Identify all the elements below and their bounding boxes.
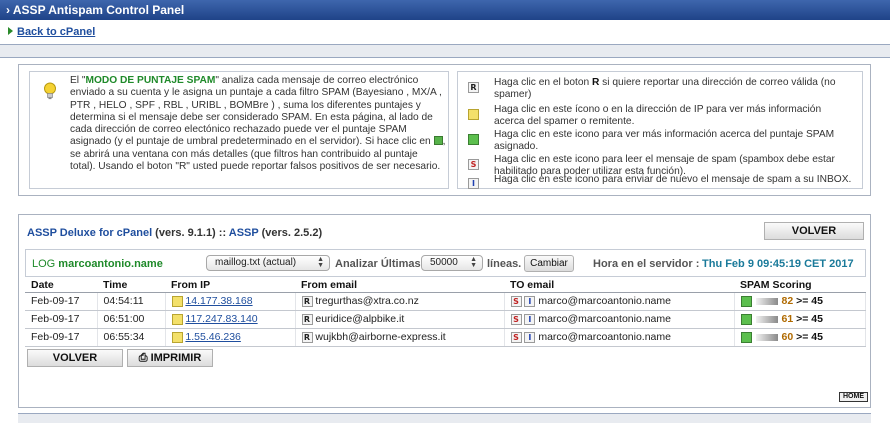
to-email: marco@marcoantonio.name [538,331,671,343]
lines-label: líneas. [487,258,522,270]
lightbulb-icon [44,82,56,100]
from-email: tregurthas@xtra.co.nz [315,295,419,307]
back-to-cpanel-link[interactable]: Back to cPanel [17,26,95,38]
to-email: marco@marcoantonio.name [538,295,671,307]
app-title: ASSP Antispam Control Panel [12,3,185,17]
score-details-icon [468,133,479,145]
ip-link[interactable]: 117.247.83.140 [185,313,257,325]
score-details-icon[interactable] [740,295,752,307]
score-threshold: >= 45 [796,313,823,325]
score-details-icon[interactable] [740,313,752,325]
imprimir-label: IMPRIMIR [150,352,202,364]
score-bar [755,315,778,323]
ip-info-icon[interactable] [171,313,183,325]
lines-select[interactable]: 50000 ▲ ▼ [421,255,483,271]
from-email: wujkbh@airborne-express.it [315,331,446,343]
col-from-email: From email [295,278,504,293]
report-icon[interactable]: R [301,331,313,343]
inbox-icon[interactable]: I [524,295,536,307]
app-titlebar: › ASSP Antispam Control Panel [0,0,890,20]
report-icon[interactable]: R [301,295,313,307]
ip-info-icon[interactable] [171,295,183,307]
log-label: LOG [32,258,56,270]
table-row: Feb-09-17 06:51:00 117.247.83.140 R euri… [25,310,866,329]
spam-score-mode-label: MODO DE PUNTAJE SPAM [85,75,216,86]
ip-info-icon [468,108,479,120]
spambox-icon: S [468,158,479,170]
legend-row-ip-info: Haga clic en este ícono o en la direcció… [458,104,862,127]
score-details-icon[interactable] [740,331,752,343]
spambox-icon[interactable]: S [510,295,522,307]
inbox-icon: I [468,177,479,189]
imprimir-button[interactable]: ⎙ IMPRIMIR [127,349,213,367]
inbox-icon[interactable]: I [524,331,536,343]
report-icon: R [468,81,479,93]
spambox-icon[interactable]: S [510,331,522,343]
spam-log-table: Date Time From IP From email TO email SP… [25,278,866,347]
cambiar-button[interactable]: Cambiar [524,255,574,272]
ip-link[interactable]: 1.55.46.236 [185,331,240,343]
assp-name: ASSP [228,227,259,239]
score-threshold: >= 45 [796,295,823,307]
col-to-email: TO email [504,278,734,293]
col-time: Time [97,278,165,293]
info-description-text: El "MODO DE PUNTAJE SPAM" analiza cada m… [70,75,446,173]
spambox-icon[interactable]: S [510,313,522,325]
titlebar-arrow: › [6,3,10,17]
printer-icon: ⎙ [138,352,148,364]
ip-info-icon[interactable] [171,331,183,343]
spam-score: 61 [781,313,794,325]
icon-legend-box: R Haga clic en el boton R si quiere repo… [457,71,863,189]
volver-button-bottom[interactable]: VOLVER [27,349,123,367]
legend-row-score-details: Haga clic en este icono para ver más inf… [458,129,862,152]
to-email: marco@marcoantonio.name [538,313,671,325]
info-description-box: El "MODO DE PUNTAJE SPAM" analiza cada m… [29,71,449,189]
server-time-value: Thu Feb 9 09:45:19 CET 2017 [702,258,854,270]
score-threshold: >= 45 [796,331,823,343]
spam-score: 82 [781,295,794,307]
ip-link[interactable]: 14.177.38.168 [185,295,252,307]
product-version: (vers. 9.1.1) :: [152,227,229,239]
select-arrows-icon: ▲ ▼ [470,256,477,269]
table-row: Feb-09-17 06:55:34 1.55.46.236 R wujkbh@… [25,328,866,347]
legend-row-inbox: I Haga clic en este icono para enviar de… [458,174,862,198]
report-icon[interactable]: R [301,313,313,325]
footer-bar [18,413,871,423]
col-date: Date [25,278,97,293]
volver-button-top[interactable]: VOLVER [764,222,864,240]
from-email: euridice@alpbike.it [315,313,405,325]
product-name: ASSP Deluxe for cPanel [27,227,153,239]
col-from-ip: From IP [165,278,295,293]
assp-version: (vers. 2.5.2) [258,227,323,239]
log-user: marcoantonio.name [58,258,163,270]
log-controls-bar: LOG marcoantonio.name maillog.txt (actua… [25,249,866,277]
table-row: Feb-09-17 04:54:11 14.177.38.168 R tregu… [25,292,866,311]
inbox-icon[interactable]: I [524,313,536,325]
score-bar [755,297,778,305]
back-arrow-icon [8,27,13,35]
home-button[interactable]: HOME [839,392,868,402]
spam-score: 60 [781,331,794,343]
legend-row-spambox: S Haga clic en este icono para leer el m… [458,154,862,177]
score-bar [755,333,778,341]
log-panel: ASSP Deluxe for cPanel (vers. 9.1.1) :: … [18,214,871,408]
info-panel: El "MODO DE PUNTAJE SPAM" analiza cada m… [18,64,871,196]
col-spam-scoring: SPAM Scoring [734,278,866,293]
top-separator [0,44,890,58]
log-file-select[interactable]: maillog.txt (actual) ▲ ▼ [206,255,330,271]
legend-row-report: R Haga clic en el boton R si quiere repo… [458,77,862,100]
back-link-container: Back to cPanel [8,26,95,40]
product-version-line: ASSP Deluxe for cPanel (vers. 9.1.1) :: … [27,227,322,239]
score-details-icon [433,136,443,146]
analyze-label: Analizar Últimas [335,258,421,270]
info-text-part-a: El " [70,75,86,86]
server-time-label: Hora en el servidor : [593,258,700,270]
table-header-row: Date Time From IP From email TO email SP… [25,278,866,293]
select-arrows-icon: ▲ ▼ [317,256,324,269]
